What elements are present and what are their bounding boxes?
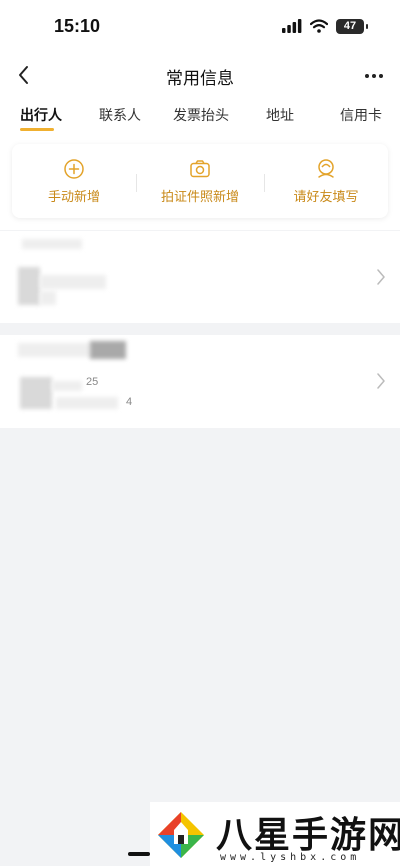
chevron-right-icon (377, 269, 385, 285)
status-icons: 47 (282, 18, 368, 34)
redacted-info (40, 275, 106, 289)
status-time: 15:10 (54, 16, 101, 36)
home-indicator (128, 852, 150, 856)
battery-icon: 47 (336, 18, 368, 34)
wifi-icon (310, 19, 328, 33)
invite-friend-button[interactable]: 请好友填写 (264, 144, 388, 218)
redacted-name (22, 239, 82, 249)
signal-icon (282, 19, 302, 33)
passenger-detail: 25 (86, 376, 99, 388)
redacted-block (90, 341, 126, 359)
chevron-right-icon (377, 373, 385, 389)
watermark-logo (158, 812, 204, 858)
friend-icon (318, 158, 334, 178)
redacted-info (52, 381, 82, 391)
redacted-name (18, 343, 92, 357)
tab-active-indicator (20, 128, 54, 131)
tab-bar: 出行人 联系人 发票抬头 地址 信用卡 (0, 98, 400, 132)
passenger-detail: 4 (126, 396, 133, 408)
watermark-url: www.lyshbx.com (220, 852, 361, 863)
tab-credit-card[interactable]: 信用卡 (340, 105, 382, 125)
more-options-icon[interactable] (362, 64, 386, 88)
tab-invoice-title[interactable]: 发票抬头 (173, 105, 229, 125)
redacted-block (18, 267, 40, 305)
nav-bar: 常用信息 (0, 52, 400, 98)
invite-friend-label: 请好友填写 (293, 189, 359, 205)
add-actions-card: 手动新增 拍证件照新增 请好友填写 (12, 144, 388, 218)
watermark-title: 八星手游网 (216, 815, 400, 856)
plus-circle-icon (64, 158, 84, 179)
passenger-item[interactable]: 25 4 (0, 335, 400, 428)
passenger-item[interactable] (0, 231, 400, 323)
back-arrow-icon[interactable] (12, 62, 38, 88)
tab-address[interactable]: 地址 (266, 105, 294, 125)
status-bar: 15:10 47 (0, 0, 400, 52)
redacted-info (56, 397, 118, 409)
camera-icon (190, 159, 210, 177)
redacted-block (20, 377, 52, 409)
watermark: 八星手游网 www.lyshbx.com (150, 802, 400, 866)
redacted-info (40, 291, 56, 305)
scan-id-add-label: 拍证件照新增 (160, 189, 239, 205)
tab-contacts[interactable]: 联系人 (99, 105, 141, 125)
page-title: 常用信息 (166, 69, 234, 89)
battery-level: 47 (343, 20, 357, 32)
manual-add-button[interactable]: 手动新增 (12, 144, 136, 218)
tab-passengers[interactable]: 出行人 (20, 105, 62, 125)
manual-add-label: 手动新增 (47, 189, 100, 205)
scan-id-add-button[interactable]: 拍证件照新增 (136, 144, 264, 218)
